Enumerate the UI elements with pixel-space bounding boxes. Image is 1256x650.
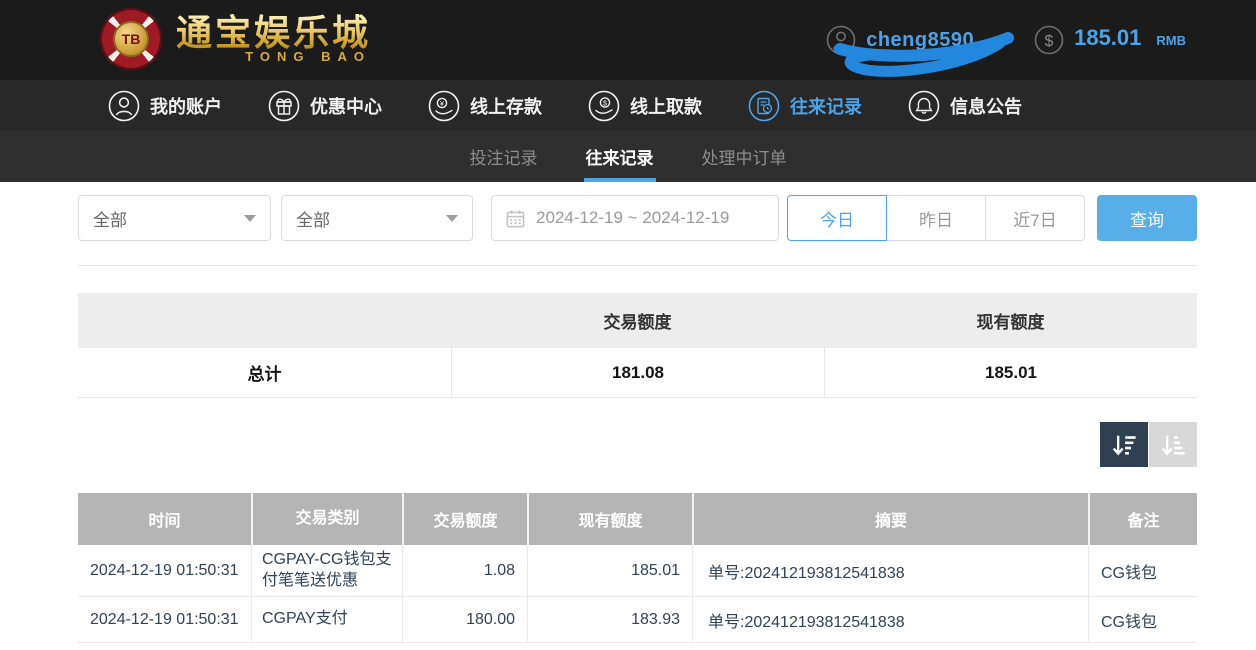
- balance-amount: 185.01: [1074, 25, 1141, 51]
- svg-text:$: $: [1045, 33, 1054, 50]
- sort-descending-icon: [1109, 431, 1139, 459]
- deposit-icon: ¥: [428, 90, 460, 122]
- balance-block[interactable]: $ 185.01 RMB: [1034, 25, 1186, 55]
- table-row: 2024-12-19 01:50:31 CGPAY支付 180.00 183.9…: [78, 597, 1197, 643]
- svg-text:¥: ¥: [440, 101, 444, 108]
- main-content: 全部 全部 2024-12-19 ~ 2024-12-19 今日: [78, 195, 1197, 643]
- user-avatar-icon: [826, 25, 856, 55]
- cell-balance: 185.01: [527, 545, 692, 596]
- active-tab-underline: [584, 178, 656, 182]
- user-block[interactable]: cheng8590: [826, 25, 974, 55]
- summary-total-balance: 185.01: [824, 348, 1197, 397]
- summary-col-balance: 现有额度: [824, 293, 1197, 348]
- summary-empty-header: [78, 293, 451, 348]
- withdraw-icon: $: [588, 90, 620, 122]
- yesterday-button[interactable]: 昨日: [886, 195, 986, 241]
- quick-date-group: 今日 昨日 近7日: [787, 195, 1085, 241]
- chevron-down-icon: [446, 215, 458, 222]
- summary-col-trade: 交易额度: [451, 293, 824, 348]
- cell-summary: 单号:202412193812541838: [692, 597, 1088, 642]
- cell-time: 2024-12-19 01:50:31: [78, 597, 251, 642]
- nav-withdraw[interactable]: $ 线上取款: [588, 90, 702, 122]
- svg-text:$: $: [603, 100, 607, 107]
- last-7-days-button[interactable]: 近7日: [985, 195, 1085, 241]
- sort-descending-button[interactable]: [1100, 422, 1148, 467]
- cell-type: CGPAY-CG钱包支付笔笔送优惠: [251, 545, 402, 596]
- summary-total-label: 总计: [78, 348, 451, 397]
- main-nav: 我的账户 优惠中心 ¥ 线上存款 $ 线上取款: [0, 80, 1256, 131]
- header-account-area: cheng8590 $ 185.01 RMB: [826, 0, 1186, 80]
- col-summary: 摘要: [692, 493, 1088, 545]
- records-icon: [748, 90, 780, 122]
- summary-total-trade: 181.08: [451, 348, 824, 397]
- date-range-picker[interactable]: 2024-12-19 ~ 2024-12-19: [491, 195, 779, 241]
- summary-header-row: 交易额度 现有额度: [78, 293, 1197, 348]
- site-subtitle: TONG BAO: [245, 49, 371, 64]
- col-type: 交易类别: [251, 493, 402, 545]
- cell-trade-amount: 1.08: [402, 545, 527, 596]
- nav-my-account[interactable]: 我的账户: [108, 90, 222, 122]
- sort-ascending-button[interactable]: [1149, 422, 1197, 467]
- nav-announcements[interactable]: 信息公告: [908, 90, 1022, 122]
- gift-icon: [268, 90, 300, 122]
- summary-total-row: 总计 181.08 185.01: [78, 348, 1197, 398]
- col-trade-amount: 交易额度: [402, 493, 527, 545]
- top-header: TB 通宝娱乐城 TONG BAO cheng8590: [0, 0, 1256, 80]
- nav-promotions[interactable]: 优惠中心: [268, 90, 382, 122]
- transactions-table: 时间 交易类别 交易额度 现有额度 摘要 备注 2024-12-19 01:50…: [78, 493, 1197, 643]
- date-range-value: 2024-12-19 ~ 2024-12-19: [536, 208, 729, 228]
- poker-chip-icon: TB: [100, 8, 162, 70]
- section-divider: [78, 265, 1197, 266]
- col-time: 时间: [78, 493, 251, 545]
- site-logo[interactable]: TB 通宝娱乐城 TONG BAO: [100, 8, 371, 70]
- filter-row: 全部 全部 2024-12-19 ~ 2024-12-19 今日: [78, 195, 1197, 241]
- table-row: 2024-12-19 01:50:31 CGPAY-CG钱包支付笔笔送优惠 1.…: [78, 545, 1197, 597]
- bell-icon: [908, 90, 940, 122]
- cell-summary: 单号:202412193812541838: [692, 545, 1088, 596]
- col-remark: 备注: [1088, 493, 1197, 545]
- cell-type: CGPAY支付: [251, 597, 402, 642]
- tab-pending-orders[interactable]: 处理中订单: [700, 131, 789, 182]
- record-tabs: 投注记录 往来记录 处理中订单: [0, 131, 1256, 182]
- table-header-row: 时间 交易类别 交易额度 现有额度 摘要 备注: [78, 493, 1197, 545]
- chip-label: TB: [113, 21, 149, 57]
- cell-remark: CG钱包: [1088, 545, 1197, 596]
- site-title: 通宝娱乐城: [176, 14, 371, 52]
- cell-time: 2024-12-19 01:50:31: [78, 545, 251, 596]
- cell-trade-amount: 180.00: [402, 597, 527, 642]
- nav-transaction-records[interactable]: 往来记录: [748, 90, 862, 122]
- sort-ascending-icon: [1158, 431, 1188, 459]
- tab-transaction-records[interactable]: 往来记录: [584, 131, 656, 182]
- username: cheng8590: [866, 29, 974, 51]
- category-dropdown[interactable]: 全部: [78, 195, 271, 241]
- nav-deposit[interactable]: ¥ 线上存款: [428, 90, 542, 122]
- col-balance: 现有额度: [527, 493, 692, 545]
- sort-controls: [78, 422, 1197, 467]
- calendar-icon: [506, 209, 525, 228]
- cell-balance: 183.93: [527, 597, 692, 642]
- type-dropdown[interactable]: 全部: [281, 195, 473, 241]
- balance-currency: RMB: [1156, 33, 1186, 48]
- search-button[interactable]: 查询: [1097, 195, 1197, 241]
- summary-table: 交易额度 现有额度 总计 181.08 185.01: [78, 293, 1197, 398]
- dollar-icon: $: [1034, 25, 1064, 55]
- tab-bet-records[interactable]: 投注记录: [468, 131, 540, 182]
- cell-remark: CG钱包: [1088, 597, 1197, 642]
- today-button[interactable]: 今日: [787, 195, 887, 241]
- account-icon: [108, 90, 140, 122]
- chevron-down-icon: [244, 215, 256, 222]
